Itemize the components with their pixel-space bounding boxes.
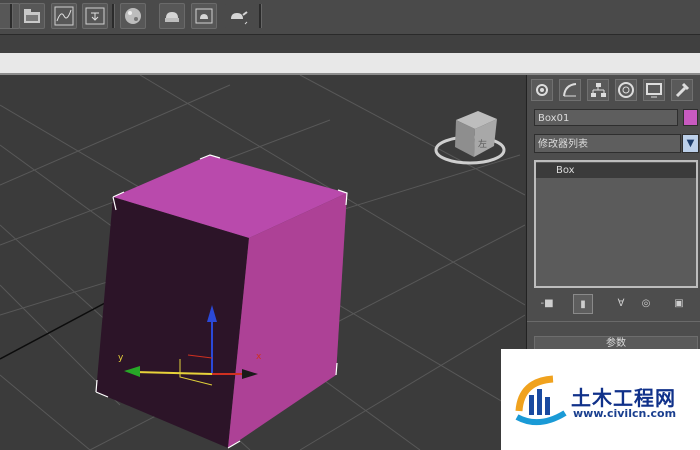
object-name-field[interactable]: Box01 bbox=[534, 109, 678, 126]
viewcube-face-label: 左 bbox=[478, 138, 487, 150]
watermark-logo: 土木工程网 www.civilcn.com bbox=[501, 349, 700, 450]
show-end-result-icon[interactable]: ▮ bbox=[573, 294, 593, 314]
remove-modifier-icon[interactable]: ◎ bbox=[636, 294, 656, 314]
stack-item-box[interactable]: Box bbox=[536, 163, 696, 178]
panel-divider bbox=[527, 321, 700, 322]
make-unique-icon[interactable]: ∀ bbox=[611, 294, 631, 314]
utilities-tab-icon[interactable] bbox=[671, 79, 693, 101]
material-editor-icon[interactable] bbox=[120, 3, 146, 29]
y-axis-label: y bbox=[118, 353, 124, 363]
modify-tab-icon[interactable] bbox=[559, 79, 581, 101]
pin-stack-icon[interactable]: -■ bbox=[537, 294, 557, 314]
modifier-list-dropdown[interactable]: 修改器列表 bbox=[534, 134, 681, 153]
main-toolbar bbox=[0, 0, 700, 35]
render-setup-icon[interactable] bbox=[159, 3, 185, 29]
watermark-url: www.civilcn.com bbox=[573, 407, 677, 420]
viewcube[interactable]: 左 bbox=[434, 111, 506, 165]
open-file-icon[interactable] bbox=[19, 3, 45, 29]
toolbar-separator bbox=[10, 4, 13, 28]
watermark-emblem bbox=[515, 375, 567, 426]
chevron-down-icon[interactable]: ▼ bbox=[682, 134, 699, 153]
render-frame-icon[interactable] bbox=[191, 3, 217, 29]
viewport-title-bar bbox=[0, 53, 700, 75]
toolbar-gap bbox=[0, 35, 700, 53]
render-teapot-icon[interactable] bbox=[224, 3, 250, 29]
perspective-viewport[interactable]: y x 左 bbox=[0, 75, 525, 450]
configure-modifier-sets-icon[interactable]: ▣ bbox=[669, 294, 689, 314]
modifier-stack[interactable]: Box bbox=[534, 160, 698, 288]
object-color-swatch[interactable] bbox=[683, 109, 698, 126]
hierarchy-tab-icon[interactable] bbox=[587, 79, 609, 101]
schematic-icon[interactable] bbox=[82, 3, 108, 29]
viewport-scene: y x 左 bbox=[0, 75, 525, 450]
curve-editor-icon[interactable] bbox=[51, 3, 77, 29]
create-tab-icon[interactable] bbox=[531, 79, 553, 101]
toolbar-separator bbox=[112, 4, 115, 28]
box01-object[interactable] bbox=[96, 155, 347, 448]
toolbar-separator bbox=[259, 4, 262, 28]
motion-tab-icon[interactable] bbox=[615, 79, 637, 101]
x-axis-label: x bbox=[256, 352, 262, 362]
display-tab-icon[interactable] bbox=[643, 79, 665, 101]
